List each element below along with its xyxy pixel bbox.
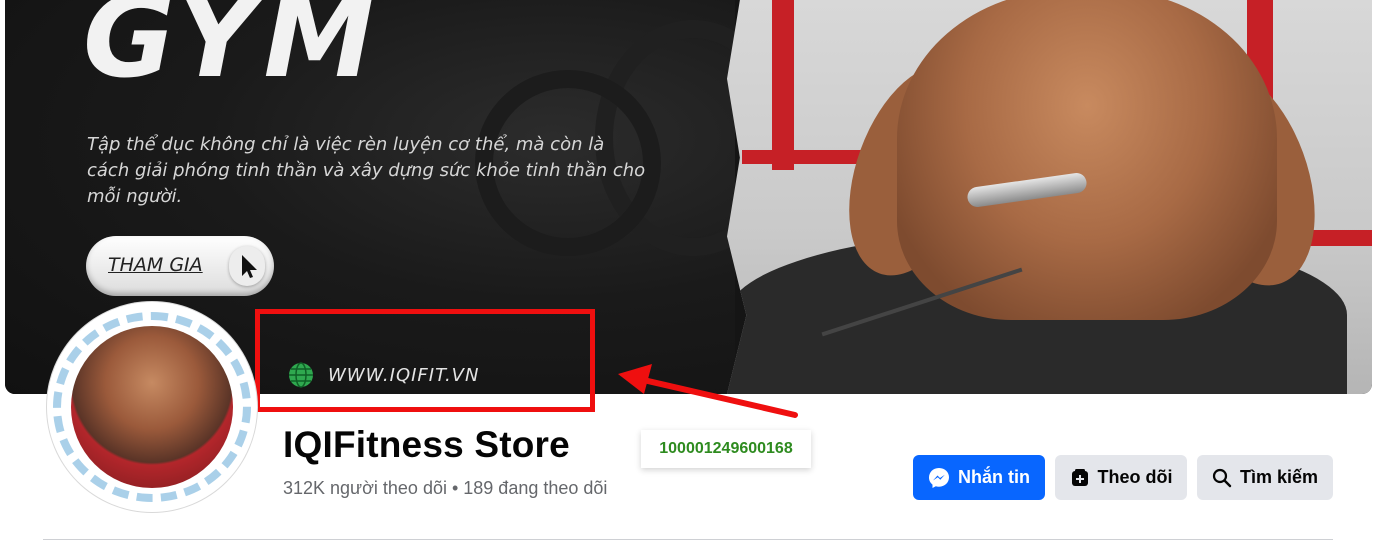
follow-button[interactable]: Theo dõi: [1055, 455, 1187, 500]
avatar-photo: [71, 326, 233, 488]
follow-button-label: Theo dõi: [1097, 467, 1173, 487]
profile-divider: [43, 539, 1333, 540]
cover-athlete-photo: [727, 0, 1372, 394]
follower-stats[interactable]: 312K người theo dõi • 189 đang theo dõi: [283, 478, 607, 499]
annotation-highlight-box: [255, 309, 595, 412]
gym-rack-graphic: [772, 0, 794, 170]
follow-icon: [1070, 468, 1090, 488]
cursor-icon: [229, 246, 265, 286]
cover-heading: GYM: [83, 0, 381, 103]
message-button-label: Nhắn tin: [958, 467, 1030, 487]
search-icon: [1212, 468, 1232, 488]
page-title: IQIFitness Store: [283, 424, 570, 465]
athlete-torso-graphic: [897, 0, 1277, 320]
gym-rack-graphic: [742, 150, 862, 164]
profile-avatar[interactable]: [47, 302, 257, 512]
join-button-graphic: THAM GIA: [86, 236, 274, 296]
page-id-badge: 100001249600168: [641, 430, 811, 468]
annotation-arrow-icon: [618, 364, 798, 418]
message-button[interactable]: Nhắn tin: [913, 455, 1045, 500]
join-button-label: THAM GIA: [108, 254, 203, 276]
search-button-label: Tìm kiếm: [1239, 467, 1319, 487]
search-button[interactable]: Tìm kiếm: [1197, 455, 1333, 500]
messenger-icon: [928, 467, 950, 489]
cover-tagline: Tập thể dục không chỉ là việc rèn luyện …: [87, 134, 646, 207]
